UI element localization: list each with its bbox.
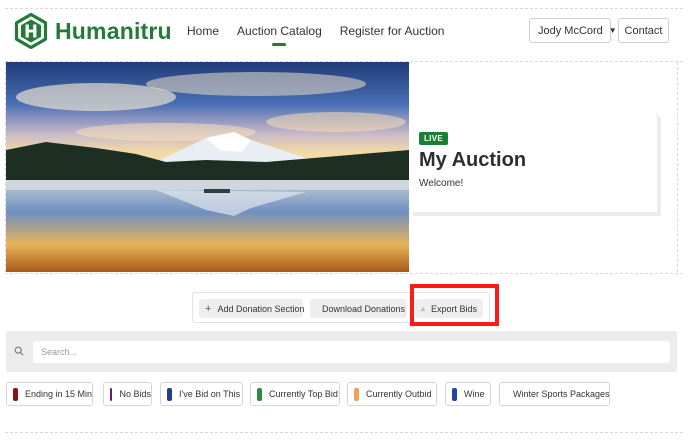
plus-icon: + [205, 302, 212, 315]
layout-guide [5, 8, 683, 9]
layout-guide [5, 432, 683, 433]
filter-chip-label: Wine [464, 389, 485, 399]
filter-chip-label: Ending in 15 Min [24, 389, 92, 399]
filter-color-swatch [452, 387, 457, 401]
welcome-text: Welcome! [419, 178, 464, 189]
filter-color-swatch [354, 387, 359, 401]
filter-chip-label: Currently Top Bid [269, 389, 338, 399]
add-donation-section-label: Add Donation Section [217, 303, 305, 314]
contact-button[interactable]: Contact [618, 18, 669, 43]
filter-chip[interactable]: Winter Sports Packages [499, 382, 610, 406]
brand-name: Humanitru [55, 17, 172, 44]
filter-chip-label: Currently Outbid [366, 389, 432, 399]
status-badge: LIVE [419, 132, 448, 145]
download-donations-button[interactable]: Download Donations [310, 299, 407, 318]
caret-down-icon: ▼ [608, 26, 617, 35]
hexagon-h-logo-icon [14, 13, 48, 49]
nav-item-auction-catalog[interactable]: Auction Catalog [237, 24, 322, 46]
filter-chip[interactable]: Currently Top Bid [250, 382, 340, 406]
user-menu-button[interactable]: Jody McCord ▼ [529, 18, 617, 43]
filter-color-swatch [257, 387, 262, 401]
layout-guide [5, 273, 683, 274]
auction-info-card: LIVE My Auction Welcome! [409, 113, 657, 212]
filter-chip[interactable]: Wine [445, 382, 491, 406]
filter-chip[interactable]: No Bids [103, 382, 152, 406]
hero-image [6, 62, 409, 272]
download-donations-label: Download Donations [322, 303, 406, 314]
add-donation-section-button[interactable]: + Add Donation Section [199, 299, 305, 318]
nav-item-register[interactable]: Register for Auction [340, 24, 445, 38]
search-icon [14, 346, 24, 356]
filter-chip-label: Winter Sports Packages [513, 389, 610, 399]
search-panel [6, 331, 677, 372]
user-name: Jody McCord [538, 24, 603, 37]
export-bids-highlight [410, 284, 499, 326]
filter-chip[interactable]: Ending in 15 Min [6, 382, 93, 406]
nav-item-home[interactable]: Home [187, 24, 219, 38]
layout-guide [677, 62, 678, 272]
filter-color-swatch [167, 387, 172, 401]
filter-chip[interactable]: Currently Outbid [347, 382, 437, 406]
brand-logo[interactable]: Humanitru [13, 13, 172, 49]
filter-chip-label: No Bids [119, 389, 151, 399]
filter-color-swatch [110, 387, 113, 401]
search-input[interactable] [33, 341, 670, 363]
main-nav: Home Auction Catalog Register for Auctio… [187, 24, 462, 46]
filter-color-swatch [13, 387, 18, 401]
page-title: My Auction [419, 149, 527, 171]
contact-label: Contact [624, 24, 663, 37]
filter-chip[interactable]: I've Bid on This [160, 382, 243, 406]
filter-chip-label: I've Bid on This [179, 389, 241, 399]
